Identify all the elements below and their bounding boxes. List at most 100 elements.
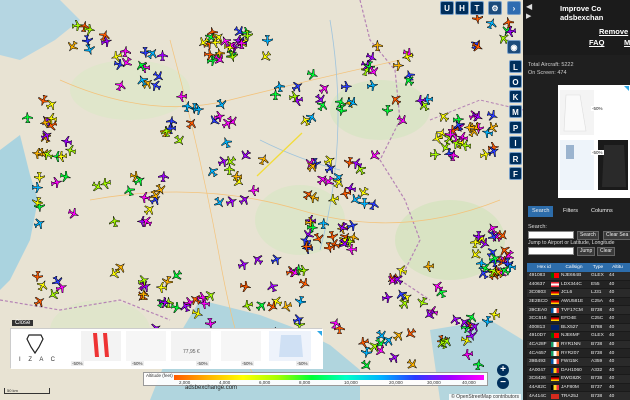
aircraft-icon[interactable] [234,26,245,37]
aircraft-icon[interactable] [182,101,193,112]
aircraft-icon[interactable] [214,54,225,65]
aircraft-icon[interactable] [134,175,145,186]
aircraft-icon[interactable] [227,51,238,62]
map-button-f[interactable]: F [509,167,522,180]
aircraft-icon[interactable] [372,40,383,51]
aircraft-icon[interactable] [369,341,380,352]
aircraft-icon[interactable] [240,150,251,161]
aircraft-icon[interactable] [271,254,282,265]
aircraft-icon[interactable] [144,204,155,215]
aircraft-icon[interactable] [415,95,426,106]
aircraft-icon[interactable] [470,249,481,260]
aircraft-icon[interactable] [84,24,95,35]
faq-link[interactable]: FAQ [589,38,604,47]
aircraft-icon[interactable] [192,308,203,319]
table-row[interactable]: 3CC616 EFD4E C25C 40 [527,314,630,324]
aircraft-icon[interactable] [289,91,300,102]
aircraft-icon[interactable] [453,120,464,131]
aircraft-icon[interactable] [505,26,516,37]
table-row[interactable]: 3E2BCD AWU581E C25A 40 [527,297,630,307]
aircraft-icon[interactable] [470,237,481,248]
aircraft-icon[interactable] [472,111,483,122]
aircraft-icon[interactable] [499,265,510,276]
aircraft-icon[interactable] [350,194,361,205]
aircraft-icon[interactable] [48,289,59,300]
aircraft-icon[interactable] [46,99,57,110]
clear-button[interactable]: Clear [597,247,615,256]
aircraft-icon[interactable] [236,38,247,49]
aircraft-icon[interactable] [423,261,434,272]
aircraft-icon[interactable] [441,336,452,347]
aircraft-icon[interactable] [216,99,227,110]
column-header-type[interactable]: Type [589,263,607,272]
aircraft-icon[interactable] [361,360,372,371]
aircraft-icon[interactable] [198,37,209,48]
aircraft-icon[interactable] [205,290,216,301]
table-row[interactable]: 4A0047 DAH1060 A332 40 [527,366,630,376]
aircraft-icon[interactable] [293,314,304,325]
aircraft-icon[interactable] [99,30,110,41]
aircraft-icon[interactable] [487,122,498,133]
aircraft-icon[interactable] [376,330,387,341]
aircraft-icon[interactable] [438,111,449,122]
aircraft-icon[interactable] [393,330,404,341]
aircraft-icon[interactable] [389,352,400,363]
aircraft-icon[interactable] [193,104,204,115]
aircraft-icon[interactable] [368,66,379,77]
aircraft-icon[interactable] [330,318,341,329]
sidebar-ad[interactable]: -50% -50% [558,85,630,198]
table-row[interactable]: 4CA657 RYR207 B738 40 [527,349,630,358]
aircraft-icon[interactable] [171,302,182,313]
aircraft-icon[interactable] [403,75,414,86]
map-button-h[interactable]: H [455,1,469,15]
aircraft-icon[interactable] [109,216,120,227]
aircraft-icon[interactable] [347,220,358,231]
aircraft-icon[interactable] [231,171,242,182]
table-row[interactable]: 491083 NJE664B GLEX 44 [527,272,630,281]
aircraft-icon[interactable] [448,150,459,161]
aircraft-icon[interactable] [138,275,149,286]
map-button-o[interactable]: O [509,75,522,88]
aircraft-icon[interactable] [482,316,493,327]
aircraft-icon[interactable] [139,192,150,203]
aircraft-icon[interactable] [393,60,404,71]
aircraft-icon[interactable] [369,150,380,161]
table-row[interactable]: 4910D7 NJE6MF GLEX 40 [527,332,630,341]
aircraft-icon[interactable] [295,296,306,307]
aircraft-icon[interactable] [432,281,443,292]
chevron-right-icon[interactable]: › [507,1,521,15]
settings-gear-icon[interactable]: ⚙ [488,1,502,15]
aircraft-icon[interactable] [430,149,441,160]
aircraft-icon[interactable] [115,80,126,91]
aircraft-icon[interactable] [390,94,401,105]
aircraft-icon[interactable] [432,133,443,144]
aircraft-icon[interactable] [214,111,225,122]
aircraft-icon[interactable] [260,51,271,62]
aircraft-icon[interactable] [256,300,267,311]
map-link[interactable]: M [624,38,630,47]
map-button-i[interactable]: I [509,136,522,149]
aircraft-icon[interactable] [72,20,83,31]
aircraft-icon[interactable] [341,81,352,92]
table-row[interactable]: 4A414C TRA25J B738 40 [527,392,630,400]
aircraft-icon[interactable] [267,281,278,292]
aircraft-icon[interactable] [307,222,318,233]
aircraft-icon[interactable] [333,177,344,188]
aircraft-icon[interactable] [120,46,131,57]
aircraft-icon[interactable] [262,35,273,46]
aircraft-icon[interactable] [41,130,52,141]
aircraft-icon[interactable] [424,309,435,320]
aircraft-icon[interactable] [210,37,221,48]
aircraft-icon[interactable] [258,154,269,165]
layers-icon[interactable]: ◉ [507,40,521,54]
table-row[interactable]: 400813 BLX527 B788 40 [527,323,630,333]
aircraft-icon[interactable] [82,35,93,46]
zoom-in-button[interactable]: + [497,364,509,376]
aircraft-icon[interactable] [392,274,403,285]
ad-close-button[interactable]: Close [12,320,34,326]
aircraft-icon[interactable] [347,97,358,108]
aircraft-icon[interactable] [318,218,329,229]
aircraft-icon[interactable] [207,166,218,177]
table-row[interactable]: 440637 LDX344C E55 40 [527,280,630,290]
aircraft-icon[interactable] [158,171,169,182]
